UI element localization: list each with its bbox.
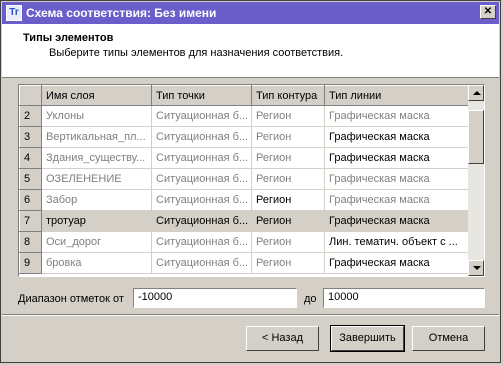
range-to-label: до bbox=[304, 293, 317, 305]
point-type-cell[interactable]: Ситуационная б... bbox=[151, 147, 252, 169]
arrow-down-icon bbox=[473, 266, 481, 270]
header-title: Типы элементов bbox=[23, 32, 114, 44]
contour-type-cell[interactable]: Регион bbox=[251, 105, 325, 127]
line-type-cell[interactable]: Графическая маска bbox=[324, 105, 468, 127]
contour-type-cell[interactable]: Регион bbox=[251, 231, 325, 253]
point-type-cell[interactable]: Ситуационная б... bbox=[151, 105, 252, 127]
line-type-cell[interactable]: Графическая маска bbox=[324, 210, 468, 232]
cancel-button[interactable]: Отмена bbox=[412, 326, 485, 351]
contour-type-cell[interactable]: Регион bbox=[251, 210, 325, 232]
layer-name-cell[interactable]: Уклоны bbox=[41, 105, 152, 127]
layer-name-cell[interactable]: тротуар bbox=[41, 210, 152, 232]
layer-name-cell[interactable]: Оси_дорог bbox=[41, 231, 152, 253]
table-row[interactable]: 9 бровка Ситуационная б... Регион Графическа… bbox=[19, 252, 468, 274]
close-button[interactable]: ✕ bbox=[480, 5, 496, 19]
back-button[interactable]: < Назад bbox=[246, 326, 319, 351]
row-number[interactable]: 9 bbox=[19, 252, 42, 274]
row-number[interactable]: 3 bbox=[19, 126, 42, 148]
table-row[interactable]: 4 Здания_существу... Ситуационная б... Реги… bbox=[19, 147, 468, 169]
table-row[interactable]: 5 ОЗЕЛЕНЕНИЕ Ситуационная б... Регион Графич… bbox=[19, 168, 468, 190]
grid-table: Имя слоя Тип точки Тип контура Тип линии… bbox=[19, 85, 468, 274]
range-from-input[interactable]: -10000 bbox=[133, 288, 297, 308]
contour-type-cell[interactable]: Регион bbox=[251, 252, 325, 274]
title-bar: Tr Схема соответствия: Без имени ✕ bbox=[2, 2, 499, 24]
table-row[interactable]: 6 Забор Ситуационная б... Регион Графическая… bbox=[19, 189, 468, 211]
line-type-cell[interactable]: Графическая маска bbox=[324, 189, 468, 211]
scroll-thumb[interactable] bbox=[468, 110, 484, 164]
column-header-layer-name[interactable]: Имя слоя bbox=[41, 85, 152, 106]
wizard-header: Типы элементов Выберите типы элементов д… bbox=[2, 24, 499, 78]
grid-header-row: Имя слоя Тип точки Тип контура Тип линии bbox=[19, 85, 468, 106]
row-number[interactable]: 8 bbox=[19, 231, 42, 253]
row-number[interactable]: 6 bbox=[19, 189, 42, 211]
layer-name-cell[interactable]: Здания_существу... bbox=[41, 147, 152, 169]
row-number-header bbox=[19, 85, 42, 106]
row-number[interactable]: 7 bbox=[19, 210, 42, 232]
line-type-cell[interactable]: Графическая маска bbox=[324, 147, 468, 169]
row-number[interactable]: 5 bbox=[19, 168, 42, 190]
table-row[interactable]: 7 тротуар Ситуационная б... Регион Графическ… bbox=[19, 210, 468, 232]
table-row[interactable]: 2 Уклоны Ситуационная б... Регион Графическа… bbox=[19, 105, 468, 127]
layer-name-cell[interactable]: Вертикальная_пл... bbox=[41, 126, 152, 148]
layer-name-cell[interactable]: Забор bbox=[41, 189, 152, 211]
app-icon: Tr bbox=[6, 5, 22, 21]
contour-type-cell[interactable]: Регион bbox=[251, 126, 325, 148]
row-number[interactable]: 4 bbox=[19, 147, 42, 169]
finish-button[interactable]: Завершить bbox=[330, 325, 405, 352]
line-type-cell[interactable]: Графическая маска bbox=[324, 126, 468, 148]
line-type-cell[interactable]: Графическая маска bbox=[324, 252, 468, 274]
point-type-cell[interactable]: Ситуационная б... bbox=[151, 252, 252, 274]
range-label: Диапазон отметок от bbox=[18, 293, 124, 305]
row-number[interactable]: 2 bbox=[19, 105, 42, 127]
line-type-cell[interactable]: Графическая маска bbox=[324, 168, 468, 190]
layer-name-cell[interactable]: бровка bbox=[41, 252, 152, 274]
table-row[interactable]: 3 Вертикальная_пл... Ситуационная б... Реги… bbox=[19, 126, 468, 148]
table-row[interactable]: 8 Оси_дорог Ситуационная б... Регион Лин. те… bbox=[19, 231, 468, 253]
column-header-point-type[interactable]: Тип точки bbox=[151, 85, 252, 106]
element-types-grid[interactable]: Имя слоя Тип точки Тип контура Тип линии… bbox=[18, 84, 485, 277]
range-to-input[interactable]: 10000 bbox=[323, 288, 485, 308]
point-type-cell[interactable]: Ситуационная б... bbox=[151, 189, 252, 211]
column-header-line-type[interactable]: Тип линии bbox=[324, 85, 468, 106]
arrow-up-icon bbox=[473, 91, 481, 95]
point-type-cell[interactable]: Ситуационная б... bbox=[151, 126, 252, 148]
point-type-cell[interactable]: Ситуационная б... bbox=[151, 168, 252, 190]
dialog-window: Tr Схема соответствия: Без имени ✕ Типы … bbox=[0, 0, 501, 363]
layer-name-cell[interactable]: ОЗЕЛЕНЕНИЕ bbox=[41, 168, 152, 190]
header-subtitle: Выберите типы элементов для назначения с… bbox=[49, 47, 344, 59]
point-type-cell[interactable]: Ситуационная б... bbox=[151, 231, 252, 253]
line-type-cell[interactable]: Лин. тематич. объект с ... bbox=[324, 231, 468, 253]
contour-type-cell[interactable]: Регион bbox=[251, 189, 325, 211]
column-header-contour-type[interactable]: Тип контура bbox=[251, 85, 325, 106]
vertical-scrollbar[interactable] bbox=[468, 85, 484, 276]
scroll-down-button[interactable] bbox=[468, 260, 484, 276]
contour-type-cell[interactable]: Регион bbox=[251, 168, 325, 190]
contour-type-cell[interactable]: Регион bbox=[251, 147, 325, 169]
point-type-cell[interactable]: Ситуационная б... bbox=[151, 210, 252, 232]
scroll-up-button[interactable] bbox=[468, 85, 484, 101]
window-title: Схема соответствия: Без имени bbox=[26, 6, 217, 20]
separator bbox=[2, 314, 499, 316]
